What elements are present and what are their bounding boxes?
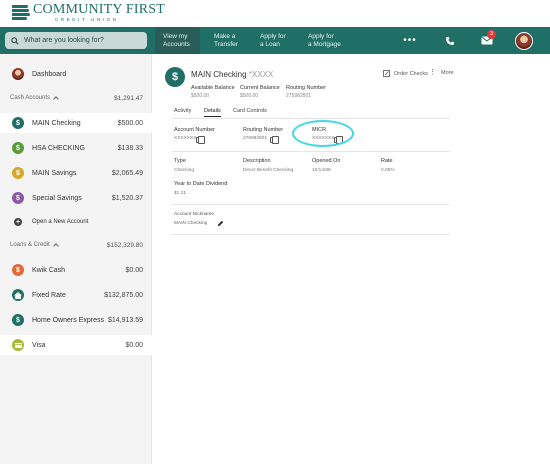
current-balance-label: Current Balance [240, 85, 280, 91]
description-value: Direct Benefit Checking [243, 168, 294, 173]
mail-icon[interactable]: 3 [476, 27, 498, 54]
nav-apply-loan[interactable]: Apply for a Loan [251, 27, 299, 54]
divider [172, 151, 450, 152]
chevron-up-icon [52, 243, 59, 249]
available-balance-label: Available Balance [191, 85, 235, 91]
open-new-account-button[interactable]: + Open a New Account [0, 214, 152, 230]
dollar-icon: $ [12, 117, 24, 129]
cash-accounts-section[interactable]: Cash Accounts $1,291.47 [0, 92, 152, 104]
more-vertical-icon: ⋮ [429, 69, 436, 76]
ytd-dividend-value: $1.21 [174, 191, 187, 196]
sidebar-item-main-checking[interactable]: $ MAIN Checking $500.00 [0, 113, 152, 133]
logo-bar: COMMUNITY FIRST CREDIT UNION [0, 0, 550, 27]
dollar-icon: $ [12, 167, 24, 179]
avatar [515, 31, 533, 50]
more-dots-icon[interactable]: ••• [400, 27, 420, 54]
available-balance-value: $500.00 [191, 93, 210, 99]
brand-subtitle: CREDIT UNION [55, 17, 119, 22]
current-balance-value: $500.00 [240, 93, 259, 99]
dollar-icon: $ [12, 264, 24, 276]
tab-details[interactable]: Details [204, 108, 221, 117]
brand-logo[interactable]: COMMUNITY FIRST CREDIT UNION [12, 3, 165, 23]
sidebar-item-visa[interactable]: Visa $0.00 [0, 335, 152, 355]
sidebar: Dashboard Cash Accounts $1,291.47 $ MAIN… [0, 54, 152, 464]
micr-highlight-ring [292, 120, 354, 147]
type-label: Type [174, 158, 186, 164]
opened-on-value: 10/14/88 [312, 168, 331, 173]
brand-mark-icon [12, 4, 30, 22]
copy-icon[interactable] [196, 136, 206, 144]
tab-activity[interactable]: Activity [174, 108, 191, 114]
pencil-icon[interactable] [217, 220, 224, 227]
rate-value: 0.05% [381, 168, 395, 173]
sidebar-item-special-savings[interactable]: $ Special Savings $1,520.37 [0, 188, 152, 208]
routing-number-label: Routing Number [286, 85, 327, 91]
credit-card-icon [12, 339, 24, 351]
sidebar-item-dashboard[interactable]: Dashboard [0, 66, 152, 82]
mail-badge: 3 [487, 30, 496, 39]
chevron-up-icon [53, 96, 59, 102]
sidebar-item-main-savings[interactable]: $ MAIN Savings $2,065.49 [0, 163, 152, 183]
account-detail-panel: $ MAIN Checking *XXXX Order Checks ⋮ Mor… [152, 54, 550, 464]
nav-make-transfer[interactable]: Make a Transfer [205, 27, 249, 54]
top-navbar: What are you looking for? View my Account… [0, 27, 550, 54]
dollar-icon: $ [12, 142, 24, 154]
description-label: Description [243, 158, 271, 164]
plus-icon: + [14, 218, 22, 226]
page-title: MAIN Checking *XXXX [191, 70, 274, 79]
nav-view-accounts[interactable]: View my Accounts [155, 27, 200, 54]
tab-card-controls[interactable]: Card Controls [233, 108, 267, 114]
search-placeholder: What are you looking for? [24, 37, 104, 44]
rate-label: Rate [381, 158, 393, 164]
copy-icon[interactable] [270, 136, 280, 144]
phone-icon[interactable] [440, 27, 460, 54]
divider [172, 234, 450, 235]
tabs-divider [172, 118, 450, 119]
sidebar-item-fixed-rate[interactable]: Fixed Rate $132,875.00 [0, 285, 152, 305]
account-number-label: Account Number [174, 127, 215, 133]
ytd-dividend-label: Year to Date Dividend [174, 181, 228, 187]
nickname-value: MAIN Checking [174, 221, 208, 226]
nickname-label: Account Nickname [174, 212, 214, 217]
account-number-value: XXXXXXX [174, 136, 197, 141]
dollar-icon: $ [12, 192, 24, 204]
loans-credit-section[interactable]: Loans & Credit $152,329.80 [0, 239, 152, 251]
avatar [12, 68, 24, 80]
home-icon [12, 289, 24, 301]
more-button[interactable]: ⋮ More [429, 69, 454, 76]
dollar-icon: $ [165, 67, 185, 87]
sidebar-item-hsa-checking[interactable]: $ HSA CHECKING $138.33 [0, 138, 152, 158]
dollar-icon: $ [12, 314, 24, 326]
routing-number-detail-value: 275982801 [243, 136, 268, 141]
type-value: Checking [174, 168, 194, 173]
brand-name: COMMUNITY FIRST [33, 2, 165, 17]
sidebar-item-home-owners-express[interactable]: $ Home Owners Express $14,913.59 [0, 310, 152, 330]
sidebar-item-kwik-cash[interactable]: $ Kwik Cash $0.00 [0, 260, 152, 280]
nav-apply-mortgage[interactable]: Apply for a Mortgage [299, 27, 357, 54]
routing-number-detail-label: Routing Number [243, 127, 284, 133]
divider [172, 204, 450, 205]
search-input[interactable]: What are you looking for? [5, 32, 147, 49]
user-avatar[interactable] [513, 27, 535, 54]
search-icon [11, 36, 19, 45]
order-checks-button[interactable]: Order Checks [383, 70, 428, 77]
opened-on-label: Opened On [312, 158, 341, 164]
routing-number-value: 275982801 [286, 93, 312, 99]
edit-icon [383, 70, 390, 77]
